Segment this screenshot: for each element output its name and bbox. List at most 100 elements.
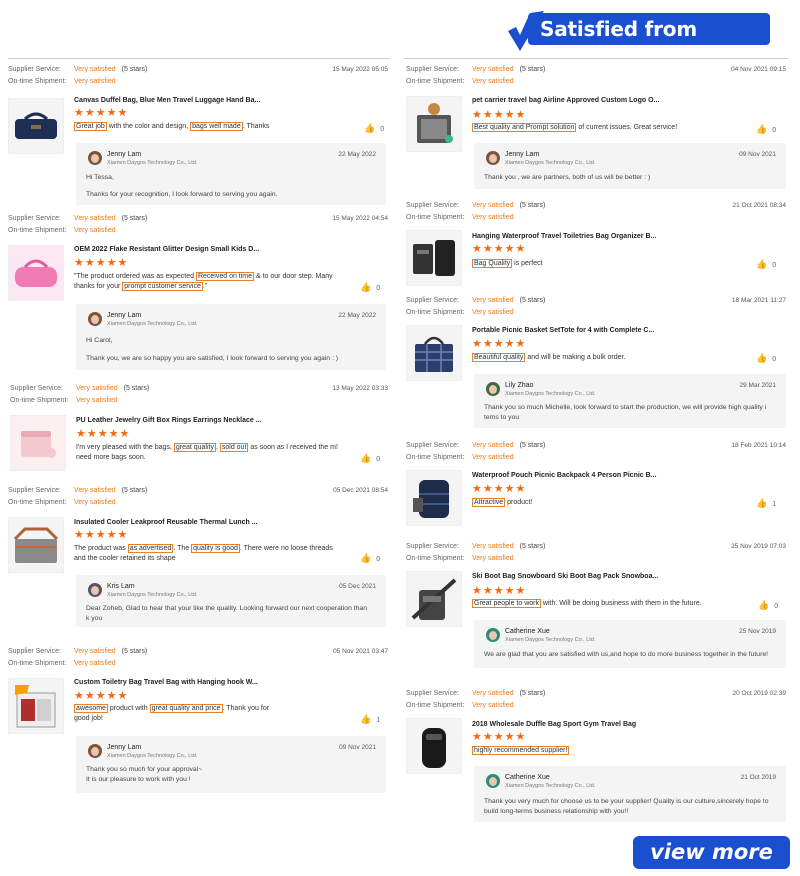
rating-stars: ★★★★★ — [74, 107, 129, 119]
satisfied-clients-banner: Satisfied from Clients — [506, 11, 770, 73]
like-button[interactable]: 👍 0 — [758, 600, 778, 611]
product-thumbnail[interactable] — [406, 325, 462, 381]
product-thumbnail[interactable] — [8, 245, 64, 301]
thumbs-up-icon: 👍 — [756, 353, 768, 363]
review-text: highly recommended supplier! — [472, 746, 570, 755]
review-card: Supplier Service: Very satisfied (5 stars)… — [406, 543, 788, 671]
review-card: Supplier Service: Very satisfied (5 stars)… — [406, 297, 788, 432]
like-button[interactable]: 👍 0 — [756, 353, 776, 364]
thumbs-up-icon: 👍 — [360, 282, 372, 292]
like-button[interactable]: 👍 0 — [360, 453, 380, 464]
product-title[interactable]: Hanging Waterproof Travel Toiletries Bag… — [472, 233, 656, 240]
rating-stars: ★★★★★ — [472, 243, 527, 255]
view-more-button[interactable]: view more >> — [633, 836, 790, 876]
product-thumbnail[interactable] — [406, 230, 462, 286]
review-text: "The product ordered was as expected Rec… — [74, 272, 333, 291]
supplier-reply: Jenny Lam Xiamen Daygos Technology Co., … — [76, 143, 386, 205]
rating-stars: ★★★★★ — [472, 109, 527, 121]
review-text: awesome product with great quality and p… — [74, 704, 270, 722]
review-card: Supplier Service: Very satisfied (5 stars)… — [8, 66, 390, 206]
rating-stars: ★★★★★ — [472, 483, 527, 495]
rating-stars: ★★★★★ — [74, 690, 129, 702]
product-title[interactable]: Canvas Duffel Bag, Blue Men Travel Lugga… — [74, 97, 260, 104]
review-text: Bag Quality is perfect — [472, 259, 543, 268]
review-date: 05 Nov 2021 03:47 — [333, 648, 388, 655]
review-date: 15 May 2022 04:54 — [332, 215, 388, 222]
product-title[interactable]: PU Leather Jewelry Gift Box Rings Earrin… — [76, 417, 262, 424]
product-title[interactable]: 2018 Wholesale Duffle Bag Sport Gym Trav… — [472, 721, 636, 728]
review-card: Supplier Service: Very satisfied (5 stars)… — [406, 202, 788, 287]
review-date: 15 May 2022 05:05 — [332, 66, 388, 73]
product-thumbnail[interactable] — [8, 98, 64, 154]
review-date: 05 Dec 2021 08:54 — [333, 487, 388, 494]
supplier-reply: Catherine Xue Xiamen Daygos Technology C… — [474, 620, 786, 668]
product-title[interactable]: Insulated Cooler Leakproof Reusable Ther… — [74, 519, 258, 526]
thumbs-up-icon: 👍 — [360, 714, 372, 724]
thumbs-up-icon: 👍 — [360, 553, 372, 563]
rating-stars: ★★★★★ — [74, 257, 129, 269]
review-text: Attractive product! — [472, 498, 533, 507]
review-date: 25 Nov 2019 07:03 — [731, 543, 786, 550]
product-title[interactable]: pet carrier travel bag Airline Approved … — [472, 97, 659, 104]
review-card: Supplier Service: Very satisfied (5 stars)… — [406, 690, 788, 830]
product-title[interactable]: Ski Boot Bag Snowboard Ski Boot Bag Pack… — [472, 573, 658, 580]
review-text: Great job with the color and design, bag… — [74, 122, 270, 131]
avatar — [88, 583, 102, 597]
rating-stars: ★★★★★ — [74, 529, 129, 541]
review-text: Great people to work with. Will be doing… — [472, 599, 702, 608]
review-card: Supplier Service: Very satisfied (5 stars)… — [8, 487, 390, 632]
review-text: The product was as advertised. The quali… — [74, 544, 333, 562]
avatar — [88, 312, 102, 326]
review-text: I'm very pleased with the bags, great qu… — [76, 443, 338, 461]
product-thumbnail[interactable] — [8, 517, 64, 573]
review-date: 18 Feb 2021 10:14 — [731, 442, 786, 449]
rating-stars: ★★★★★ — [472, 585, 527, 597]
like-button[interactable]: 👍 0 — [756, 124, 776, 135]
thumbs-up-icon: 👍 — [756, 124, 768, 134]
avatar — [88, 151, 102, 165]
review-date: 18 Mar 2021 11:27 — [731, 297, 786, 304]
avatar — [486, 151, 500, 165]
review-card: Supplier Service: Very satisfied (5 stars)… — [406, 66, 788, 192]
like-button[interactable]: 👍 1 — [360, 714, 380, 725]
like-button[interactable]: 👍 0 — [364, 123, 384, 134]
thumbs-up-icon: 👍 — [756, 259, 768, 269]
product-thumbnail[interactable] — [406, 571, 462, 627]
product-thumbnail[interactable] — [406, 96, 462, 152]
avatar — [486, 774, 500, 788]
review-date: 04 Nov 2021 09:15 — [731, 66, 786, 73]
product-thumbnail[interactable] — [406, 470, 462, 526]
supplier-reply: Jenny Lam Xiamen Daygos Technology Co., … — [76, 736, 386, 793]
product-title[interactable]: OEM 2022 Flake Resistant Glitter Design … — [74, 246, 259, 253]
like-button[interactable]: 👍 1 — [756, 498, 776, 509]
avatar — [486, 382, 500, 396]
product-title[interactable]: Custom Toiletry Bag Travel Bag with Hang… — [74, 679, 258, 686]
review-card: Supplier Service: Very satisfied (5 stars)… — [406, 442, 788, 532]
like-button[interactable]: 👍 0 — [756, 259, 776, 270]
supplier-reply: Catherine Xue Xiamen Daygos Technology C… — [474, 766, 786, 822]
review-card: Supplier Service: Very satisfied (5 stars)… — [8, 215, 390, 375]
product-thumbnail[interactable] — [10, 415, 66, 471]
review-text: Beautiful quality and will be making a b… — [472, 353, 626, 362]
thumbs-up-icon: 👍 — [360, 453, 372, 463]
supplier-reply: Lily Zhao Xiamen Daygos Technology Co., … — [474, 374, 786, 428]
thumbs-up-icon: 👍 — [364, 123, 376, 133]
review-card: Supplier Service: Very satisfied (5 stars)… — [10, 385, 390, 475]
review-date: 13 May 2022 03:33 — [332, 385, 388, 392]
like-button[interactable]: 👍 0 — [360, 282, 380, 293]
product-thumbnail[interactable] — [406, 718, 462, 774]
product-title[interactable]: Portable Picnic Basket SetTote for 4 wit… — [472, 327, 654, 334]
rating-stars: ★★★★★ — [472, 731, 527, 743]
thumbs-up-icon: 👍 — [758, 600, 770, 610]
banner-title: Satisfied from Clients — [528, 13, 770, 73]
product-title[interactable]: Waterproof Pouch Picnic Backpack 4 Perso… — [472, 472, 657, 479]
like-button[interactable]: 👍 0 — [360, 553, 380, 564]
review-card: Supplier Service: Very satisfied (5 stars)… — [8, 648, 390, 796]
avatar — [88, 744, 102, 758]
review-text: Best quality and Prompt solution of curr… — [472, 123, 678, 132]
product-thumbnail[interactable] — [8, 678, 64, 734]
review-date: 21 Oct 2021 08:34 — [732, 202, 787, 209]
review-date: 20 Oct 2019 02:39 — [732, 690, 787, 697]
divider-right — [404, 58, 788, 59]
thumbs-up-icon: 👍 — [756, 498, 768, 508]
